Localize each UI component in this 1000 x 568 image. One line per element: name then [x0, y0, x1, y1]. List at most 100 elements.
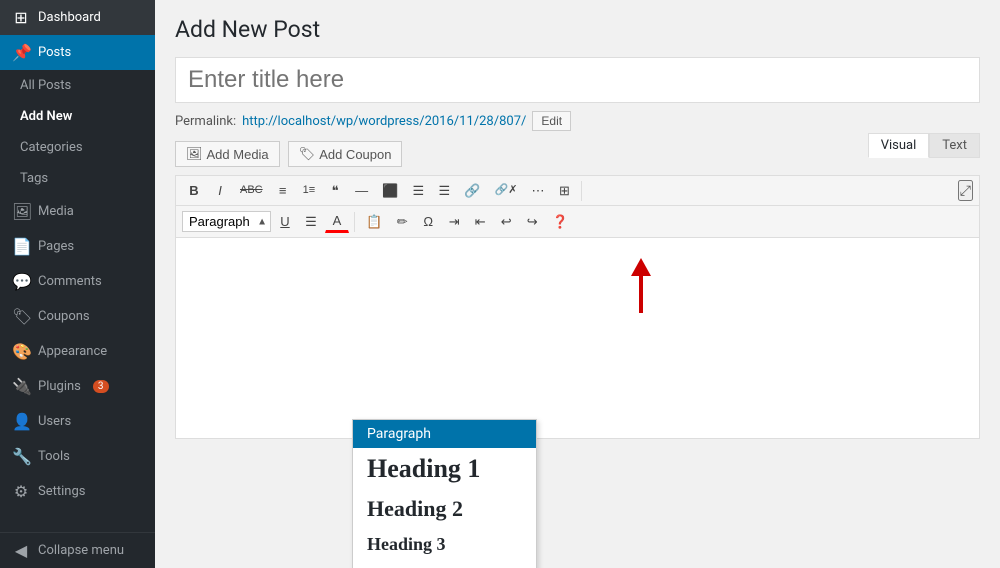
paste-text-button[interactable]: 📋 — [360, 211, 388, 232]
sidebar-label-tools: Tools — [38, 449, 70, 464]
align-left-button[interactable]: ⬛ — [376, 180, 404, 201]
paragraph-select[interactable]: Paragraph Heading 1 Heading 2 Heading 3 … — [182, 211, 271, 232]
sidebar-item-coupons[interactable]: 🏷 Coupons — [0, 299, 155, 334]
sidebar-item-comments[interactable]: 💬 Comments — [0, 264, 155, 299]
sidebar-item-tags[interactable]: Tags — [0, 163, 155, 194]
expand-button[interactable]: ⤢ — [958, 180, 973, 201]
sidebar-label-collapse: Collapse menu — [38, 543, 124, 558]
more-button[interactable]: ⋯ — [525, 180, 550, 201]
plugins-badge: 3 — [93, 380, 109, 393]
sidebar-item-posts[interactable]: 📌 Posts — [0, 35, 155, 70]
strikethrough-button[interactable]: ABC — [234, 181, 269, 200]
coupons-icon: 🏷 — [12, 307, 30, 326]
justify-button[interactable]: ☰ — [299, 211, 323, 232]
permalink-label: Permalink: — [175, 114, 236, 129]
media-icon: 🖼 — [12, 202, 30, 221]
posts-icon: 📌 — [12, 43, 30, 62]
align-center-button[interactable]: ☰ — [406, 180, 430, 201]
horizontal-rule-button[interactable]: — — [349, 180, 374, 201]
tab-visual[interactable]: Visual — [868, 133, 930, 158]
settings-icon: ⚙ — [12, 482, 30, 501]
toolbar-row1: B I ABC ≡ 1≡ ❝ — ⬛ ☰ ☰ 🔗 🔗✗ ⋯ ⊞ ⤢ — [176, 176, 979, 206]
collapse-icon: ◀ — [12, 541, 30, 560]
help-button[interactable]: ❓ — [546, 211, 574, 232]
toolbar-divider-2 — [354, 212, 355, 232]
camera-icon: 🖼 — [186, 146, 203, 162]
sidebar-label-users: Users — [38, 414, 71, 429]
tab-text[interactable]: Text — [929, 133, 980, 158]
plugins-icon: 🔌 — [12, 377, 30, 396]
sidebar-item-media[interactable]: 🖼 Media — [0, 194, 155, 229]
sidebar-label-comments: Comments — [38, 274, 102, 289]
comments-icon: 💬 — [12, 272, 30, 291]
toolbar-divider — [581, 181, 582, 201]
sidebar-item-tools[interactable]: 🔧 Tools — [0, 439, 155, 474]
sidebar-label-posts: Posts — [38, 45, 71, 60]
appearance-icon: 🎨 — [12, 342, 30, 361]
editor-wrapper: B I ABC ≡ 1≡ ❝ — ⬛ ☰ ☰ 🔗 🔗✗ ⋯ ⊞ ⤢ — [175, 175, 980, 439]
sidebar-label-tags: Tags — [20, 171, 48, 186]
sidebar-item-collapse[interactable]: ◀ Collapse menu — [0, 532, 155, 568]
sidebar: ⊞ Dashboard 📌 Posts All Posts Add New Ca… — [0, 0, 155, 568]
sidebar-item-users[interactable]: 👤 Users — [0, 404, 155, 439]
post-title-input[interactable] — [175, 57, 980, 103]
permalink-bar: Permalink: http://localhost/wp/wordpress… — [175, 111, 980, 131]
dropdown-item-h1[interactable]: Heading 1 — [353, 448, 536, 490]
main-content: Add New Post Permalink: http://localhost… — [155, 0, 1000, 568]
visual-text-tabs: Visual Text — [868, 133, 980, 158]
align-right-button[interactable]: ☰ — [432, 180, 456, 201]
toolbar-row2: Paragraph Heading 1 Heading 2 Heading 3 … — [176, 206, 979, 238]
ordered-list-button[interactable]: 1≡ — [297, 181, 322, 200]
permalink-url[interactable]: http://localhost/wp/wordpress/2016/11/28… — [242, 114, 526, 129]
sidebar-item-appearance[interactable]: 🎨 Appearance — [0, 334, 155, 369]
italic-button[interactable]: I — [208, 180, 232, 201]
redo-button[interactable]: ↪ — [520, 211, 544, 232]
dashboard-icon: ⊞ — [12, 8, 30, 27]
clear-format-button[interactable]: ✏ — [390, 211, 414, 232]
dropdown-item-h3[interactable]: Heading 3 — [353, 528, 536, 561]
dropdown-item-h4[interactable]: HEADING 4 — [353, 561, 536, 568]
indent-button[interactable]: ⇥ — [442, 211, 466, 232]
add-media-button[interactable]: 🖼 Add Media — [175, 141, 280, 167]
text-color-button[interactable]: A — [325, 210, 349, 233]
sidebar-label-categories: Categories — [20, 140, 83, 155]
sidebar-item-settings[interactable]: ⚙ Settings — [0, 474, 155, 509]
dropdown-item-paragraph[interactable]: Paragraph — [353, 420, 536, 448]
sidebar-item-dashboard[interactable]: ⊞ Dashboard — [0, 0, 155, 35]
pages-icon: 📄 — [12, 237, 30, 256]
sidebar-item-add-new[interactable]: Add New — [0, 101, 155, 132]
sidebar-item-plugins[interactable]: 🔌 Plugins 3 — [0, 369, 155, 404]
media-row: 🖼 Add Media 🏷 Add Coupon — [175, 141, 980, 167]
sidebar-label-all-posts: All Posts — [20, 78, 71, 93]
sidebar-label-dashboard: Dashboard — [38, 10, 101, 25]
sidebar-label-pages: Pages — [38, 239, 74, 254]
page-title: Add New Post — [175, 16, 980, 43]
sidebar-label-settings: Settings — [38, 484, 85, 499]
outdent-button[interactable]: ⇤ — [468, 211, 492, 232]
permalink-edit-button[interactable]: Edit — [532, 111, 571, 131]
grid-button[interactable]: ⊞ — [552, 180, 576, 201]
sidebar-item-pages[interactable]: 📄 Pages — [0, 229, 155, 264]
dropdown-item-h2[interactable]: Heading 2 — [353, 490, 536, 528]
editor-body[interactable] — [176, 238, 979, 438]
coupon-icon: 🏷 — [299, 146, 316, 162]
tools-icon: 🔧 — [12, 447, 30, 466]
unlink-button[interactable]: 🔗✗ — [489, 181, 524, 200]
content-area: Add New Post Permalink: http://localhost… — [155, 0, 1000, 568]
sidebar-label-plugins: Plugins — [38, 379, 81, 394]
omega-button[interactable]: Ω — [416, 211, 440, 232]
underline-button[interactable]: U — [273, 211, 297, 232]
sidebar-label-add-new: Add New — [20, 109, 72, 124]
undo-button[interactable]: ↩ — [494, 211, 518, 232]
link-button[interactable]: 🔗 — [458, 180, 486, 201]
bold-button[interactable]: B — [182, 180, 206, 201]
users-icon: 👤 — [12, 412, 30, 431]
sidebar-label-media: Media — [38, 204, 74, 219]
blockquote-button[interactable]: ❝ — [323, 180, 347, 201]
unordered-list-button[interactable]: ≡ — [271, 180, 295, 201]
sidebar-label-coupons: Coupons — [38, 309, 90, 324]
sidebar-item-categories[interactable]: Categories — [0, 132, 155, 163]
add-coupon-button[interactable]: 🏷 Add Coupon — [288, 141, 403, 167]
sidebar-label-appearance: Appearance — [38, 344, 107, 359]
sidebar-item-all-posts[interactable]: All Posts — [0, 70, 155, 101]
